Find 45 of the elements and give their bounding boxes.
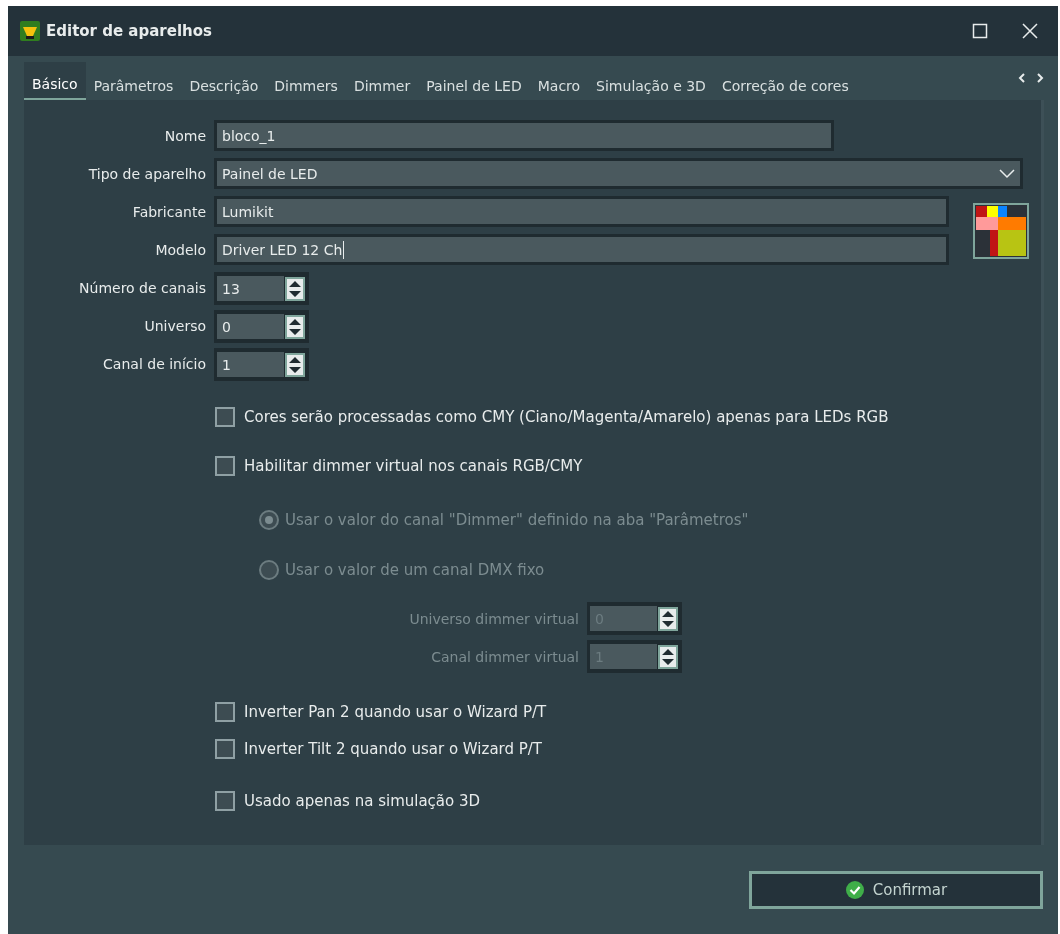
color-grid-icon[interactable] [973, 202, 1029, 259]
dropdown[interactable]: Painel de LED [214, 158, 1023, 189]
scroll-left-icon[interactable] [1018, 73, 1026, 83]
tab[interactable]: Dimmer [345, 64, 419, 100]
number-field[interactable]: 0 [214, 311, 284, 342]
field-label: Canal de início [102, 355, 206, 372]
text-field[interactable]: Lumikit [214, 196, 949, 227]
tab[interactable]: Básico [24, 62, 86, 100]
spin-buttons-icon[interactable] [658, 644, 678, 669]
scroll-right-icon[interactable] [1036, 73, 1044, 83]
field-label: Fabricante [131, 203, 206, 220]
tab[interactable]: Macro [529, 64, 589, 100]
spin-buttons-icon[interactable] [285, 276, 305, 301]
tab[interactable]: Painel de LED [418, 64, 530, 100]
confirm-button[interactable]: Confirmar [749, 870, 1043, 909]
app-icon [20, 21, 40, 41]
check-circle-icon [844, 879, 865, 900]
tab[interactable]: Simulação e 3D [588, 64, 714, 100]
field-label: Tipo de aparelho [87, 165, 206, 182]
tab[interactable]: Descrição [181, 64, 267, 100]
chevron-down-icon [999, 168, 1015, 179]
checkbox-option[interactable]: Usado apenas na simulação 3D [215, 789, 1041, 813]
maximize-icon[interactable] [972, 23, 988, 39]
text-field[interactable]: bloco_1 [214, 120, 834, 151]
window-title: Editor de aparelhos [46, 22, 213, 40]
tab[interactable]: Correção de cores [713, 64, 857, 100]
tab[interactable]: Dimmers [266, 64, 346, 100]
checkbox-option[interactable]: Inverter Pan 2 quando usar o Wizard P/T [215, 700, 1041, 724]
text-field[interactable]: Driver LED 12 Ch [214, 234, 949, 265]
field-label: Universo [143, 317, 206, 334]
spin-buttons-icon[interactable] [658, 606, 678, 631]
spin-buttons-icon[interactable] [285, 352, 305, 377]
field-label: Modelo [154, 241, 206, 258]
field-label: Número de canais [78, 279, 206, 296]
number-field[interactable]: 1 [214, 349, 284, 380]
checkbox-option[interactable]: Cores serão processadas como CMY (Ciano/Magenta/Amarelo) apenas para LEDs RGB [215, 405, 1041, 429]
spin-buttons-icon[interactable] [285, 314, 305, 339]
tab[interactable]: Parâmetros [85, 64, 182, 100]
checkbox-option[interactable]: Inverter Tilt 2 quando usar o Wizard P/T [215, 737, 1041, 761]
number-field[interactable]: 13 [214, 273, 284, 304]
checkbox-option[interactable]: Habilitar dimmer virtual nos canais RGB/CMY [215, 454, 1041, 478]
field-label: Universo dimmer virtual [408, 610, 579, 627]
close-icon[interactable] [1022, 23, 1038, 39]
field-label: Canal dimmer virtual [430, 648, 579, 665]
field-label: Nome [163, 127, 206, 144]
